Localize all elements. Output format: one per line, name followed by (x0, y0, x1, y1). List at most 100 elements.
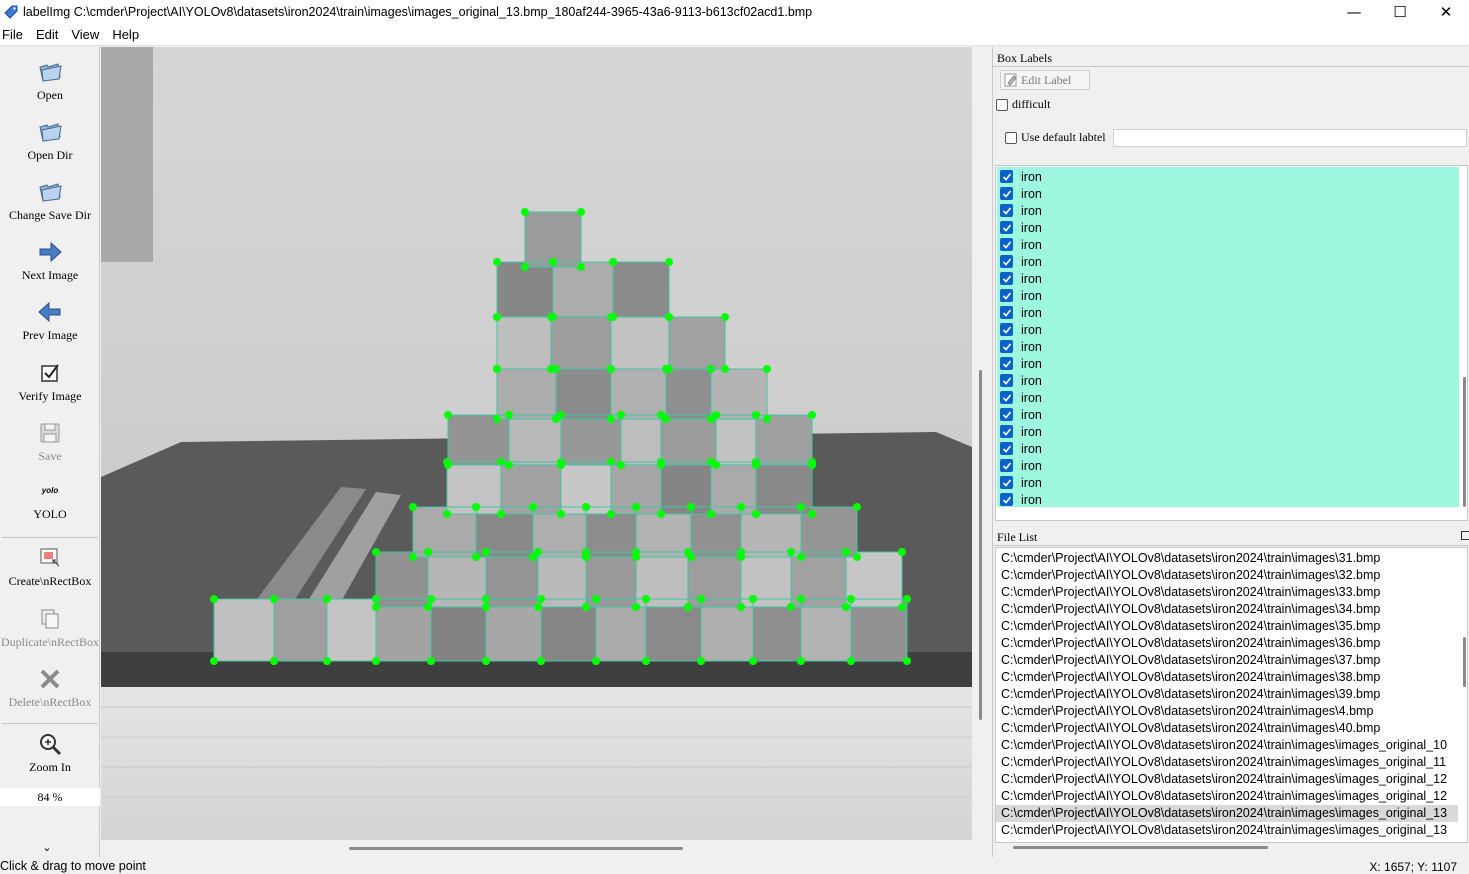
box-vertex-handle[interactable] (749, 595, 757, 603)
box-vertex-handle[interactable] (472, 553, 480, 561)
box-vertex-handle[interactable] (697, 657, 705, 665)
box-vertex-handle[interactable] (607, 415, 615, 423)
box-vertex-handle[interactable] (903, 657, 911, 665)
box-vertex-handle[interactable] (632, 503, 640, 511)
file-list-item[interactable]: C:\cmder\Project\AI\YOLOv8\datasets\iron… (996, 584, 1458, 601)
label-visible-checkbox[interactable] (1000, 323, 1013, 336)
box-vertex-handle[interactable] (665, 258, 673, 266)
maximize-button[interactable]: ☐ (1377, 0, 1423, 24)
float-dock-icon[interactable] (1461, 531, 1469, 540)
box-vertex-handle[interactable] (707, 510, 715, 518)
label-list-item[interactable]: iron (1000, 372, 1042, 389)
box-vertex-handle[interactable] (529, 503, 537, 511)
label-visible-checkbox[interactable] (1000, 238, 1013, 251)
box-vertex-handle[interactable] (665, 313, 673, 321)
box-vertex-handle[interactable] (808, 510, 816, 518)
file-list-item[interactable]: C:\cmder\Project\AI\YOLOv8\datasets\iron… (996, 652, 1458, 669)
delete-rectbox-button[interactable]: Delete\nRectBox (0, 666, 100, 710)
box-vertex-handle[interactable] (752, 461, 760, 469)
file-list-item[interactable]: C:\cmder\Project\AI\YOLOv8\datasets\iron… (996, 703, 1458, 720)
box-vertex-handle[interactable] (898, 548, 906, 556)
box-vertex-handle[interactable] (529, 553, 537, 561)
box-vertex-handle[interactable] (372, 548, 380, 556)
box-vertex-handle[interactable] (787, 548, 795, 556)
save-button[interactable]: Save (0, 420, 100, 464)
box-vertex-handle[interactable] (665, 365, 673, 373)
box-vertex-handle[interactable] (547, 365, 555, 373)
box-vertex-handle[interactable] (323, 657, 331, 665)
box-vertex-handle[interactable] (582, 603, 590, 611)
label-visible-checkbox[interactable] (1000, 306, 1013, 319)
box-vertex-handle[interactable] (712, 461, 720, 469)
label-list-item[interactable]: iron (1000, 304, 1042, 321)
label-visible-checkbox[interactable] (1000, 204, 1013, 217)
label-list-item[interactable]: iron (1000, 236, 1042, 253)
box-vertex-handle[interactable] (443, 510, 451, 518)
box-vertex-handle[interactable] (493, 365, 501, 373)
label-list-item[interactable]: iron (1000, 355, 1042, 372)
box-vertex-handle[interactable] (592, 595, 600, 603)
box-vertex-handle[interactable] (721, 313, 729, 321)
box-vertex-handle[interactable] (617, 461, 625, 469)
label-list-item[interactable]: iron (1000, 219, 1042, 236)
box-vertex-handle[interactable] (853, 503, 861, 511)
file-list-item[interactable]: C:\cmder\Project\AI\YOLOv8\datasets\iron… (996, 771, 1458, 788)
label-list-item[interactable]: iron (1000, 321, 1042, 338)
box-vertex-handle[interactable] (549, 313, 557, 321)
annotated-image[interactable] (101, 47, 972, 840)
open-button[interactable]: Open (0, 59, 100, 103)
box-vertex-handle[interactable] (847, 595, 855, 603)
minimize-button[interactable]: — (1331, 0, 1377, 24)
box-vertex-handle[interactable] (847, 657, 855, 665)
label-visible-checkbox[interactable] (1000, 391, 1013, 404)
box-vertex-handle[interactable] (808, 461, 816, 469)
label-visible-checkbox[interactable] (1000, 493, 1013, 506)
box-vertex-handle[interactable] (493, 258, 501, 266)
box-vertex-handle[interactable] (497, 510, 505, 518)
label-list-item[interactable]: iron (1000, 253, 1042, 270)
box-vertex-handle[interactable] (482, 603, 490, 611)
box-vertex-handle[interactable] (323, 595, 331, 603)
edit-label-button[interactable]: Edit Label (1000, 70, 1090, 90)
box-vertex-handle[interactable] (409, 503, 417, 511)
box-vertex-handle[interactable] (662, 415, 670, 423)
box-vertex-handle[interactable] (270, 595, 278, 603)
label-visible-checkbox[interactable] (1000, 221, 1013, 234)
label-list-item[interactable]: iron (1000, 185, 1042, 202)
box-vertex-handle[interactable] (493, 415, 501, 423)
box-vertex-handle[interactable] (549, 258, 557, 266)
menu-help[interactable]: Help (110, 27, 144, 42)
prev-image-button[interactable]: Prev Image (0, 299, 100, 343)
file-list-item[interactable]: C:\cmder\Project\AI\YOLOv8\datasets\iron… (996, 567, 1458, 584)
difficult-checkbox[interactable] (996, 99, 1008, 111)
file-list-item[interactable]: C:\cmder\Project\AI\YOLOv8\datasets\iron… (996, 754, 1458, 771)
box-vertex-handle[interactable] (521, 208, 529, 216)
close-button[interactable]: ✕ (1423, 0, 1469, 24)
next-image-button[interactable]: Next Image (0, 239, 100, 283)
label-visible-checkbox[interactable] (1000, 187, 1013, 200)
change-save-dir-button[interactable]: Change Save Dir (0, 179, 100, 223)
box-vertex-handle[interactable] (687, 553, 695, 561)
file-list-item[interactable]: C:\cmder\Project\AI\YOLOv8\datasets\iron… (996, 788, 1458, 805)
label-list[interactable]: iron iron iron iron iron iron iron iron iron iron… (995, 165, 1468, 521)
label-visible-checkbox[interactable] (1000, 425, 1013, 438)
menu-edit[interactable]: Edit (34, 27, 63, 42)
box-vertex-handle[interactable] (684, 603, 692, 611)
box-vertex-handle[interactable] (752, 411, 760, 419)
box-vertex-handle[interactable] (210, 595, 218, 603)
label-visible-checkbox[interactable] (1000, 170, 1013, 183)
open-dir-button[interactable]: Open Dir (0, 119, 100, 163)
yolo-format-button[interactable]: yolo YOLO (0, 485, 100, 522)
label-list-item[interactable]: iron (1000, 287, 1042, 304)
box-vertex-handle[interactable] (521, 263, 529, 271)
label-visible-checkbox[interactable] (1000, 357, 1013, 370)
box-vertex-handle[interactable] (592, 657, 600, 665)
box-vertex-handle[interactable] (797, 657, 805, 665)
file-list-item[interactable]: C:\cmder\Project\AI\YOLOv8\datasets\iron… (996, 669, 1458, 686)
zoom-value-field[interactable]: 84 % (0, 788, 100, 806)
box-vertex-handle[interactable] (687, 503, 695, 511)
box-vertex-handle[interactable] (642, 657, 650, 665)
box-vertex-handle[interactable] (493, 313, 501, 321)
box-vertex-handle[interactable] (582, 553, 590, 561)
box-vertex-handle[interactable] (737, 553, 745, 561)
